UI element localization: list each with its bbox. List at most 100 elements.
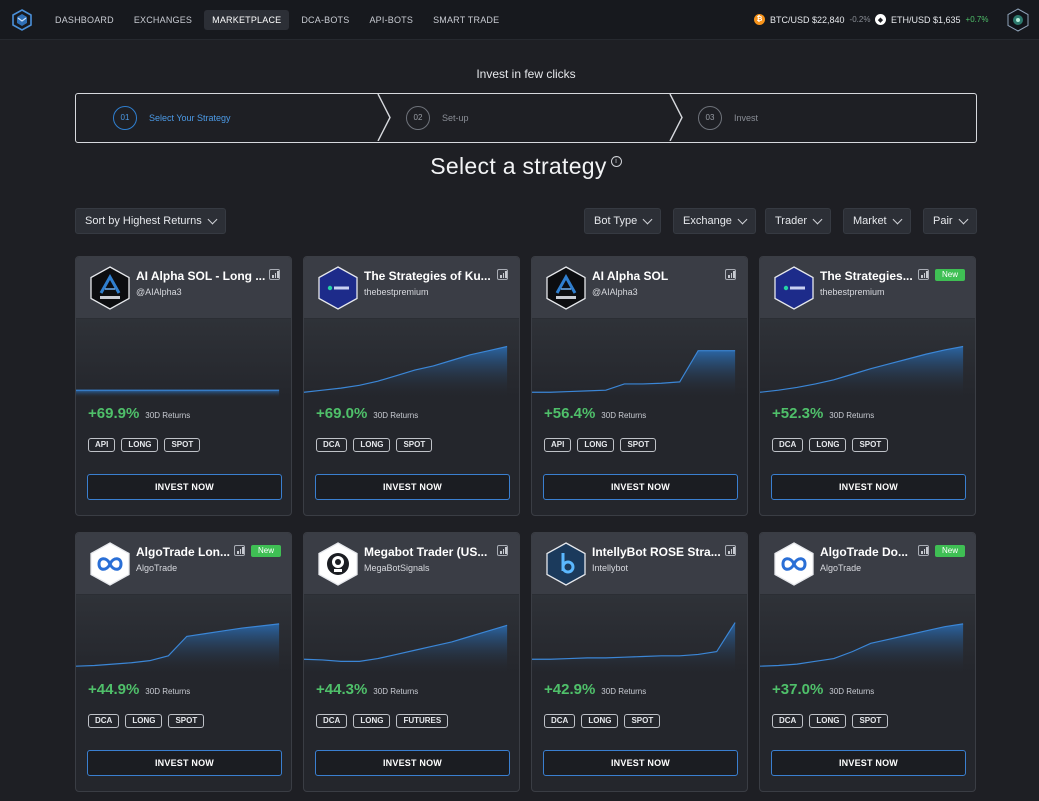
nav-item-dashboard[interactable]: DASHBOARD (47, 10, 122, 30)
strategy-name[interactable]: The Strategies... (820, 269, 920, 283)
tag-spot: SPOT (624, 714, 661, 728)
stats-icon[interactable] (725, 269, 736, 280)
sort-dropdown[interactable]: Sort by Highest Returns (75, 208, 226, 234)
step-select-strategy[interactable]: 01 Select Your Strategy (113, 94, 231, 141)
tag-spot: SPOT (164, 438, 201, 452)
tag-long: LONG (125, 714, 163, 728)
stats-icon[interactable] (234, 545, 245, 556)
strategy-card[interactable]: AlgoTrade Do... AlgoTrade New +37.0% 30D… (759, 532, 976, 792)
nav-item-dca-bots[interactable]: DCA-BOTS (293, 10, 357, 30)
returns-chart (76, 318, 291, 398)
invest-now-button[interactable]: INVEST NOW (87, 474, 282, 500)
tag-api: API (544, 438, 572, 452)
strategy-name[interactable]: Megabot Trader (US... (364, 545, 499, 559)
user-avatar-icon[interactable] (1006, 8, 1030, 32)
nav-item-api-bots[interactable]: API-BOTS (361, 10, 421, 30)
returns-percent: +69.9% (88, 405, 140, 422)
strategy-card[interactable]: The Strategies of Ku... thebestpremium +… (303, 256, 520, 516)
tag-long: LONG (809, 438, 847, 452)
tag-futures: FUTURES (396, 714, 449, 728)
step-number: 03 (698, 105, 722, 130)
btc-ticker: ₿ BTC/USD $22,840 -0.2% (754, 14, 870, 25)
filter-trader[interactable]: Trader (765, 208, 831, 234)
stats-icon[interactable] (918, 269, 929, 280)
stats-icon[interactable] (725, 545, 736, 556)
tag-api: API (88, 438, 116, 452)
strategy-name[interactable]: AI Alpha SOL (592, 269, 727, 283)
algotrade-logo-icon (90, 542, 130, 586)
filter-label: Exchange (683, 215, 732, 227)
strategy-author[interactable]: thebestpremium (820, 287, 885, 297)
chart-area (76, 390, 280, 398)
invest-now-button[interactable]: INVEST NOW (315, 750, 510, 776)
filter-pair[interactable]: Pair (923, 208, 977, 234)
strategy-author[interactable]: @AIAlpha3 (592, 287, 638, 297)
strategy-card[interactable]: AI Alpha SOL - Long ... @AIAlpha3 +69.9%… (75, 256, 292, 516)
invest-now-button[interactable]: INVEST NOW (87, 750, 282, 776)
nav-item-exchanges[interactable]: EXCHANGES (126, 10, 200, 30)
tag-long: LONG (581, 714, 619, 728)
strategy-author[interactable]: MegaBotSignals (364, 563, 430, 573)
btc-change: -0.2% (849, 15, 871, 24)
filter-label: Bot Type (594, 215, 638, 227)
strategy-author[interactable]: AlgoTrade (136, 563, 177, 573)
tag-spot: SPOT (852, 714, 889, 728)
algotrade-logo-icon (774, 542, 814, 586)
filter-exchange[interactable]: Exchange (673, 208, 756, 234)
strategy-author[interactable]: Intellybot (592, 563, 628, 573)
strategy-card[interactable]: AlgoTrade Lon... AlgoTrade New +44.9% 30… (75, 532, 292, 792)
stats-icon[interactable] (269, 269, 280, 280)
bitcoin-icon: ₿ (754, 14, 765, 25)
stats-icon[interactable] (497, 269, 508, 280)
returns-percent: +42.9% (544, 681, 596, 698)
invest-now-button[interactable]: INVEST NOW (771, 474, 966, 500)
app-logo-icon[interactable] (11, 8, 33, 31)
strategy-name[interactable]: The Strategies of Ku... (364, 269, 499, 283)
invest-now-button[interactable]: INVEST NOW (315, 474, 510, 500)
strategy-card[interactable]: Megabot Trader (US... MegaBotSignals +44… (303, 532, 520, 792)
new-badge: New (251, 545, 281, 557)
page-title: Select a strategy i (0, 153, 1039, 180)
strategy-name[interactable]: AlgoTrade Do... (820, 545, 920, 559)
tag-dca: DCA (316, 714, 348, 728)
strategy-author[interactable]: @AIAlpha3 (136, 287, 182, 297)
step-setup[interactable]: 02 Set-up (406, 94, 469, 141)
strategy-card[interactable]: AI Alpha SOL @AIAlpha3 +56.4% 30D Return… (531, 256, 748, 516)
chevron-down-icon (812, 214, 823, 224)
tag-long: LONG (353, 714, 391, 728)
nav-item-smart-trade[interactable]: SMART TRADE (425, 10, 507, 30)
chevron-down-icon (207, 214, 218, 224)
returns-percent: +52.3% (772, 405, 824, 422)
step-invest[interactable]: 03 Invest (698, 94, 758, 141)
strategy-tags: DCA LONG SPOT (772, 438, 894, 452)
tag-spot: SPOT (852, 438, 889, 452)
strategy-name[interactable]: AlgoTrade Lon... (136, 545, 236, 559)
returns-label: 30D Returns (373, 687, 419, 696)
filter-bot-type[interactable]: Bot Type (584, 208, 662, 234)
step-label: Select Your Strategy (149, 112, 231, 123)
tag-dca: DCA (544, 714, 576, 728)
nav-item-marketplace[interactable]: MARKETPLACE (204, 9, 290, 30)
returns-label: 30D Returns (829, 411, 875, 420)
invest-now-button[interactable]: INVEST NOW (543, 474, 738, 500)
invest-now-button[interactable]: INVEST NOW (543, 750, 738, 776)
invest-now-button[interactable]: INVEST NOW (771, 750, 966, 776)
strategy-author[interactable]: AlgoTrade (820, 563, 861, 573)
strategy-author[interactable]: thebestpremium (364, 287, 429, 297)
step-number: 02 (406, 105, 430, 130)
strategy-card[interactable]: IntellyBot ROSE Stra... Intellybot +42.9… (531, 532, 748, 792)
kucoin-logo-icon (774, 266, 814, 310)
returns-chart (304, 318, 519, 398)
ai-alpha-logo-icon (546, 266, 586, 310)
returns-chart (760, 318, 975, 398)
info-icon[interactable]: i (610, 156, 622, 167)
strategy-card[interactable]: The Strategies... thebestpremium New +52… (759, 256, 976, 516)
tag-dca: DCA (772, 714, 804, 728)
filter-market[interactable]: Market (843, 208, 911, 234)
stats-icon[interactable] (918, 545, 929, 556)
stats-icon[interactable] (497, 545, 508, 556)
strategy-name[interactable]: AI Alpha SOL - Long ... (136, 269, 271, 283)
returns-percent: +56.4% (544, 405, 596, 422)
strategy-name[interactable]: IntellyBot ROSE Stra... (592, 545, 727, 559)
strategy-stepper: 01 Select Your Strategy 02 Set-up 03 Inv… (75, 93, 977, 143)
